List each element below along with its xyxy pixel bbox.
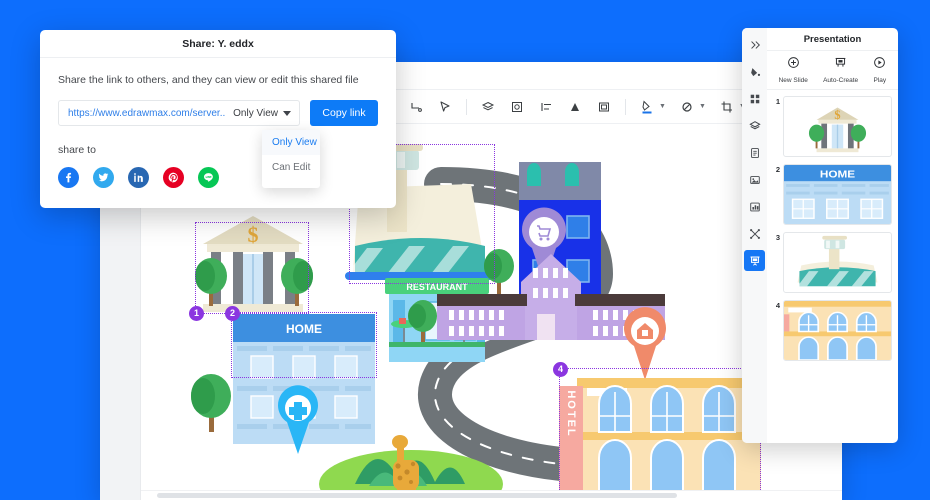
- chevron-down-icon: [283, 110, 291, 116]
- permission-option-only-view[interactable]: Only View: [262, 130, 320, 155]
- link-field[interactable]: https://www.edrawmax.com/server.. Only V…: [58, 100, 300, 126]
- pinterest-icon[interactable]: [163, 167, 184, 188]
- paint-bucket-icon[interactable]: [744, 61, 765, 82]
- plus-circle-icon: [787, 56, 800, 74]
- new-slide-label: New Slide: [778, 77, 808, 84]
- selection-badge-2[interactable]: 2: [225, 306, 240, 321]
- slide-thumbnail-home[interactable]: HOME: [783, 164, 892, 225]
- twitter-icon[interactable]: [93, 167, 114, 188]
- presentation-main: Presentation New Slide Auto-Create Play …: [767, 28, 898, 443]
- scrollbar-thumb[interactable]: [157, 493, 677, 498]
- slide-thumbnail-bank[interactable]: $: [783, 96, 892, 157]
- svg-text:HOME: HOME: [820, 169, 855, 180]
- auto-create-label: Auto-Create: [823, 77, 859, 84]
- auto-create-button[interactable]: Auto-Create: [823, 56, 858, 84]
- fill-color-icon[interactable]: [639, 99, 655, 115]
- chart-icon[interactable]: [744, 196, 765, 217]
- grid-apps-icon[interactable]: [744, 88, 765, 109]
- line-icon[interactable]: [198, 167, 219, 188]
- slide-thumbnail-airport[interactable]: [783, 232, 892, 293]
- selection-box-1[interactable]: [195, 222, 309, 314]
- presentation-icon[interactable]: [744, 250, 765, 271]
- share-description: Share the link to others, and they can v…: [58, 74, 359, 86]
- permission-option-can-edit[interactable]: Can Edit: [262, 155, 320, 180]
- share-dialog-title: Share: Y. eddx: [182, 37, 254, 50]
- new-slide-button[interactable]: New Slide: [779, 56, 808, 84]
- slide-item[interactable]: 4: [767, 300, 898, 361]
- presentation-panel-title: Presentation: [767, 28, 898, 51]
- slide-item[interactable]: 2 HOME: [767, 164, 898, 225]
- selection-badge-4[interactable]: 4: [553, 362, 568, 377]
- image-icon[interactable]: [744, 169, 765, 190]
- slide-list[interactable]: 1 $ 2 HOME 3 4: [767, 90, 898, 443]
- facebook-icon[interactable]: [58, 167, 79, 188]
- chevron-down-icon[interactable]: ▼: [699, 103, 706, 110]
- share-dialog: Share: Y. eddx Share the link to others,…: [40, 30, 396, 208]
- play-label: Play: [873, 77, 887, 84]
- play-button[interactable]: Play: [873, 56, 886, 84]
- slide-number: 1: [775, 97, 780, 106]
- permission-dropdown[interactable]: Only View: [225, 108, 291, 119]
- copy-link-button[interactable]: Copy link: [310, 100, 378, 126]
- share-link-input[interactable]: https://www.edrawmax.com/server..: [68, 108, 225, 119]
- selection-box-2[interactable]: [231, 312, 377, 378]
- share-to-label: share to: [58, 144, 96, 156]
- slide-number: 3: [775, 233, 780, 242]
- share-dialog-header: Share: Y. eddx: [40, 30, 396, 58]
- shuffle-icon[interactable]: [744, 223, 765, 244]
- slide-number: 2: [775, 165, 780, 174]
- line-color-icon[interactable]: [679, 99, 695, 115]
- social-share-list: [58, 167, 378, 188]
- chevron-down-icon[interactable]: ▼: [659, 103, 666, 110]
- permission-selected-label: Only View: [233, 107, 278, 119]
- toolbar-divider: [625, 98, 626, 115]
- slide-item[interactable]: 1 $: [767, 96, 898, 157]
- image-frame-icon[interactable]: [509, 99, 525, 115]
- align-icon[interactable]: [538, 99, 554, 115]
- presentation-actions: New Slide Auto-Create Play: [767, 51, 898, 90]
- document-icon[interactable]: [744, 142, 765, 163]
- share-dialog-body: Share the link to others, and they can v…: [40, 58, 396, 208]
- svg-text:$: $: [834, 108, 840, 122]
- crop-icon[interactable]: [719, 99, 735, 115]
- collapse-chevrons-icon[interactable]: [744, 34, 765, 55]
- border-icon[interactable]: [596, 99, 612, 115]
- share-link-row: https://www.edrawmax.com/server.. Only V…: [58, 100, 378, 188]
- slide-item[interactable]: 3: [767, 232, 898, 293]
- selection-badge-1[interactable]: 1: [189, 306, 204, 321]
- connector-icon[interactable]: [408, 99, 424, 115]
- slide-thumbnail-hotel[interactable]: [783, 300, 892, 361]
- linkedin-icon[interactable]: [128, 167, 149, 188]
- presentation-panel: Presentation New Slide Auto-Create Play …: [742, 28, 898, 443]
- shape-triangle-icon[interactable]: [567, 99, 583, 115]
- layers-icon[interactable]: [480, 99, 496, 115]
- horizontal-scrollbar[interactable]: [141, 490, 842, 500]
- layers-icon[interactable]: [744, 115, 765, 136]
- presentation-rail: [742, 28, 767, 443]
- permission-dropdown-menu: Only View Can Edit: [262, 130, 320, 188]
- pen-icon[interactable]: [437, 99, 453, 115]
- easel-icon: [834, 56, 847, 74]
- selection-box-4[interactable]: [559, 368, 761, 500]
- toolbar-divider: [466, 98, 467, 115]
- play-circle-icon: [873, 56, 886, 74]
- slide-number: 4: [775, 301, 780, 310]
